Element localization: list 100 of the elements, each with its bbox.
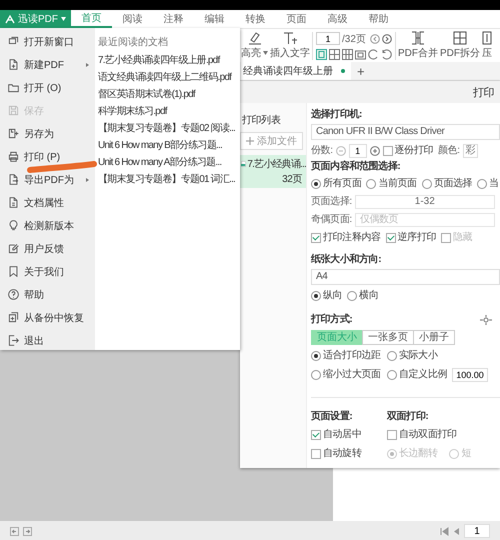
help-icon	[8, 289, 19, 300]
duplex-checkbox[interactable]: 自动双面打印	[387, 428, 457, 440]
menu-item[interactable]: 新建PDF	[0, 53, 95, 76]
rotate-right-icon[interactable]	[381, 48, 392, 60]
recent-files-heading: 最近阅读的文档	[98, 36, 169, 49]
two-page-icon[interactable]	[329, 48, 340, 60]
page-setup-label: 页面设置:	[311, 411, 354, 423]
option-checkbox[interactable]: 逆序打印	[386, 232, 436, 244]
text-icon	[282, 31, 298, 45]
range-radio[interactable]: 当前页面	[366, 178, 417, 190]
menu-item[interactable]: 用户反馈	[0, 237, 95, 260]
recent-file-item[interactable]: Unit 6 How many A部分练习题...	[98, 154, 240, 171]
recent-file-item[interactable]: 科学期末练习.pdf	[98, 103, 240, 120]
print-list-label: 打印列表	[241, 114, 282, 127]
printer-icon	[8, 151, 19, 162]
first-page-icon[interactable]	[440, 526, 449, 536]
restore-icon	[8, 312, 19, 323]
app-menu-button[interactable]: 迅读PDF	[0, 10, 71, 28]
menu-item[interactable]: 检测新版本	[0, 214, 95, 237]
copies-field[interactable]: 1	[348, 144, 367, 158]
split-icon	[452, 31, 468, 45]
recent-file-item[interactable]: 【期末复习专题卷】专题01 词汇...	[98, 171, 240, 188]
orientation-radio[interactable]: 纵向	[311, 290, 342, 302]
menu-item[interactable]: 另存为	[0, 122, 95, 145]
scaling-radio[interactable]: 缩小过大页面	[311, 368, 381, 380]
scaling-radio[interactable]: 自定义比例	[387, 368, 448, 380]
scaling-radio[interactable]: 实际大小	[387, 350, 438, 362]
new-file-icon	[8, 59, 19, 70]
menu-item[interactable]: 打开新窗口	[0, 30, 95, 53]
caret-icon	[263, 51, 268, 55]
eraser-icon	[246, 31, 262, 45]
print-mode-tab[interactable]: 一张多页	[362, 330, 414, 345]
columns-icon[interactable]	[342, 48, 353, 60]
dialog-title: 打印	[472, 86, 494, 100]
collate-checkbox[interactable]: 逐份打印	[382, 144, 433, 156]
option-checkbox[interactable]: 打印注释内容	[311, 232, 381, 244]
pdf-merge-button[interactable]: PDF合并	[398, 31, 438, 60]
previous-page-icon[interactable]	[370, 34, 380, 44]
print-mode-tab[interactable]: 小册子	[413, 330, 455, 345]
single-page-icon[interactable]	[316, 48, 327, 60]
menu-item[interactable]: 文档属性	[0, 191, 95, 214]
fit-page-icon[interactable]	[355, 48, 366, 60]
print-file-item[interactable]: 7.艺小经典诵... 32页	[240, 155, 306, 188]
recent-file-item[interactable]: 语文经典诵读四年级上二维码.pdf	[98, 69, 240, 86]
ribbon-tab[interactable]: 高级	[317, 10, 358, 28]
ribbon-tab[interactable]: 页面	[276, 10, 317, 28]
page-range-field[interactable]: 1-32	[354, 194, 495, 208]
menu-item[interactable]: 打开 (O)	[0, 76, 95, 99]
recent-file-item[interactable]: 7.艺小经典诵读四年级上册.pdf	[98, 52, 240, 69]
compress-button[interactable]: 压	[482, 31, 492, 60]
page-count: 32页	[282, 173, 303, 186]
range-radio[interactable]: 所有页面	[311, 178, 362, 190]
page-setup-checkbox[interactable]: 自动居中	[311, 428, 362, 440]
range-radio[interactable]: 页面选择	[422, 178, 472, 190]
printer-select[interactable]: Canon UFR II B/W Class Driver	[311, 124, 500, 140]
menu-item[interactable]: 关于我们	[0, 260, 95, 283]
page-count: /32页	[342, 32, 366, 46]
menu-item[interactable]: 帮助	[0, 283, 95, 306]
edit-icon	[8, 243, 19, 254]
paper-select[interactable]: A4	[311, 269, 500, 285]
highlight-button[interactable]: 高亮	[241, 31, 268, 60]
recent-file-item[interactable]: Unit 6 How many B部分练习题...	[98, 137, 240, 154]
duplex-label: 双面打印:	[387, 411, 430, 423]
new-tab-button[interactable]: +	[351, 62, 371, 80]
insert-text-button[interactable]: 插入文字	[270, 31, 310, 60]
arrow-left-icon[interactable]	[10, 526, 19, 536]
page-setup-checkbox[interactable]: 自动旋转	[311, 448, 362, 460]
recent-file-item[interactable]: 督区英语期末试卷(1).pdf	[98, 86, 240, 103]
print-mode-label: 打印方式:	[311, 314, 352, 326]
scaling-radio[interactable]: 适合打印边距	[311, 350, 381, 362]
move-icon[interactable]	[480, 314, 492, 324]
menu-item[interactable]: 导出PDF为	[0, 168, 95, 191]
ribbon-tab[interactable]: 编辑	[194, 10, 235, 28]
previous-page-icon[interactable]	[453, 526, 460, 536]
menu-item[interactable]: 从备份中恢复	[0, 306, 95, 329]
recent-file-item[interactable]: 【期末复习专题卷】专题02 阅读...	[98, 120, 240, 137]
range-radio[interactable]: 当	[477, 178, 499, 190]
document-tab[interactable]: 经典诵读四年级上册	[241, 62, 351, 80]
rotate-left-icon[interactable]	[368, 48, 379, 60]
save-icon	[8, 105, 19, 116]
ribbon-tab[interactable]: 注释	[153, 10, 194, 28]
page-number-field[interactable]: 1	[316, 32, 340, 45]
ribbon-tab[interactable]: 帮助	[358, 10, 399, 28]
color-label: 颜色:	[438, 144, 460, 156]
pdf-split-button[interactable]: PDF拆分	[440, 31, 480, 60]
menu-item[interactable]: 退出	[0, 329, 95, 352]
next-page-icon[interactable]	[382, 34, 392, 44]
ribbon-tab[interactable]: 转换	[235, 10, 276, 28]
page-number-field[interactable]: 1	[464, 524, 490, 538]
orientation-radio[interactable]: 横向	[347, 290, 378, 302]
menu-item[interactable]: 打印 (P)	[0, 145, 95, 168]
exit-icon	[8, 335, 19, 346]
scale-field[interactable]: 100.00	[452, 368, 488, 382]
odd-even-label: 奇偶页面:	[311, 214, 352, 226]
export-icon	[8, 174, 19, 185]
ribbon-tab[interactable]: 阅读	[112, 10, 153, 28]
arrow-right-icon[interactable]	[23, 526, 32, 536]
paper-label: 纸张大小和方向:	[311, 254, 382, 266]
color-select[interactable]: 彩	[462, 144, 478, 158]
plus-icon[interactable]	[370, 146, 380, 156]
